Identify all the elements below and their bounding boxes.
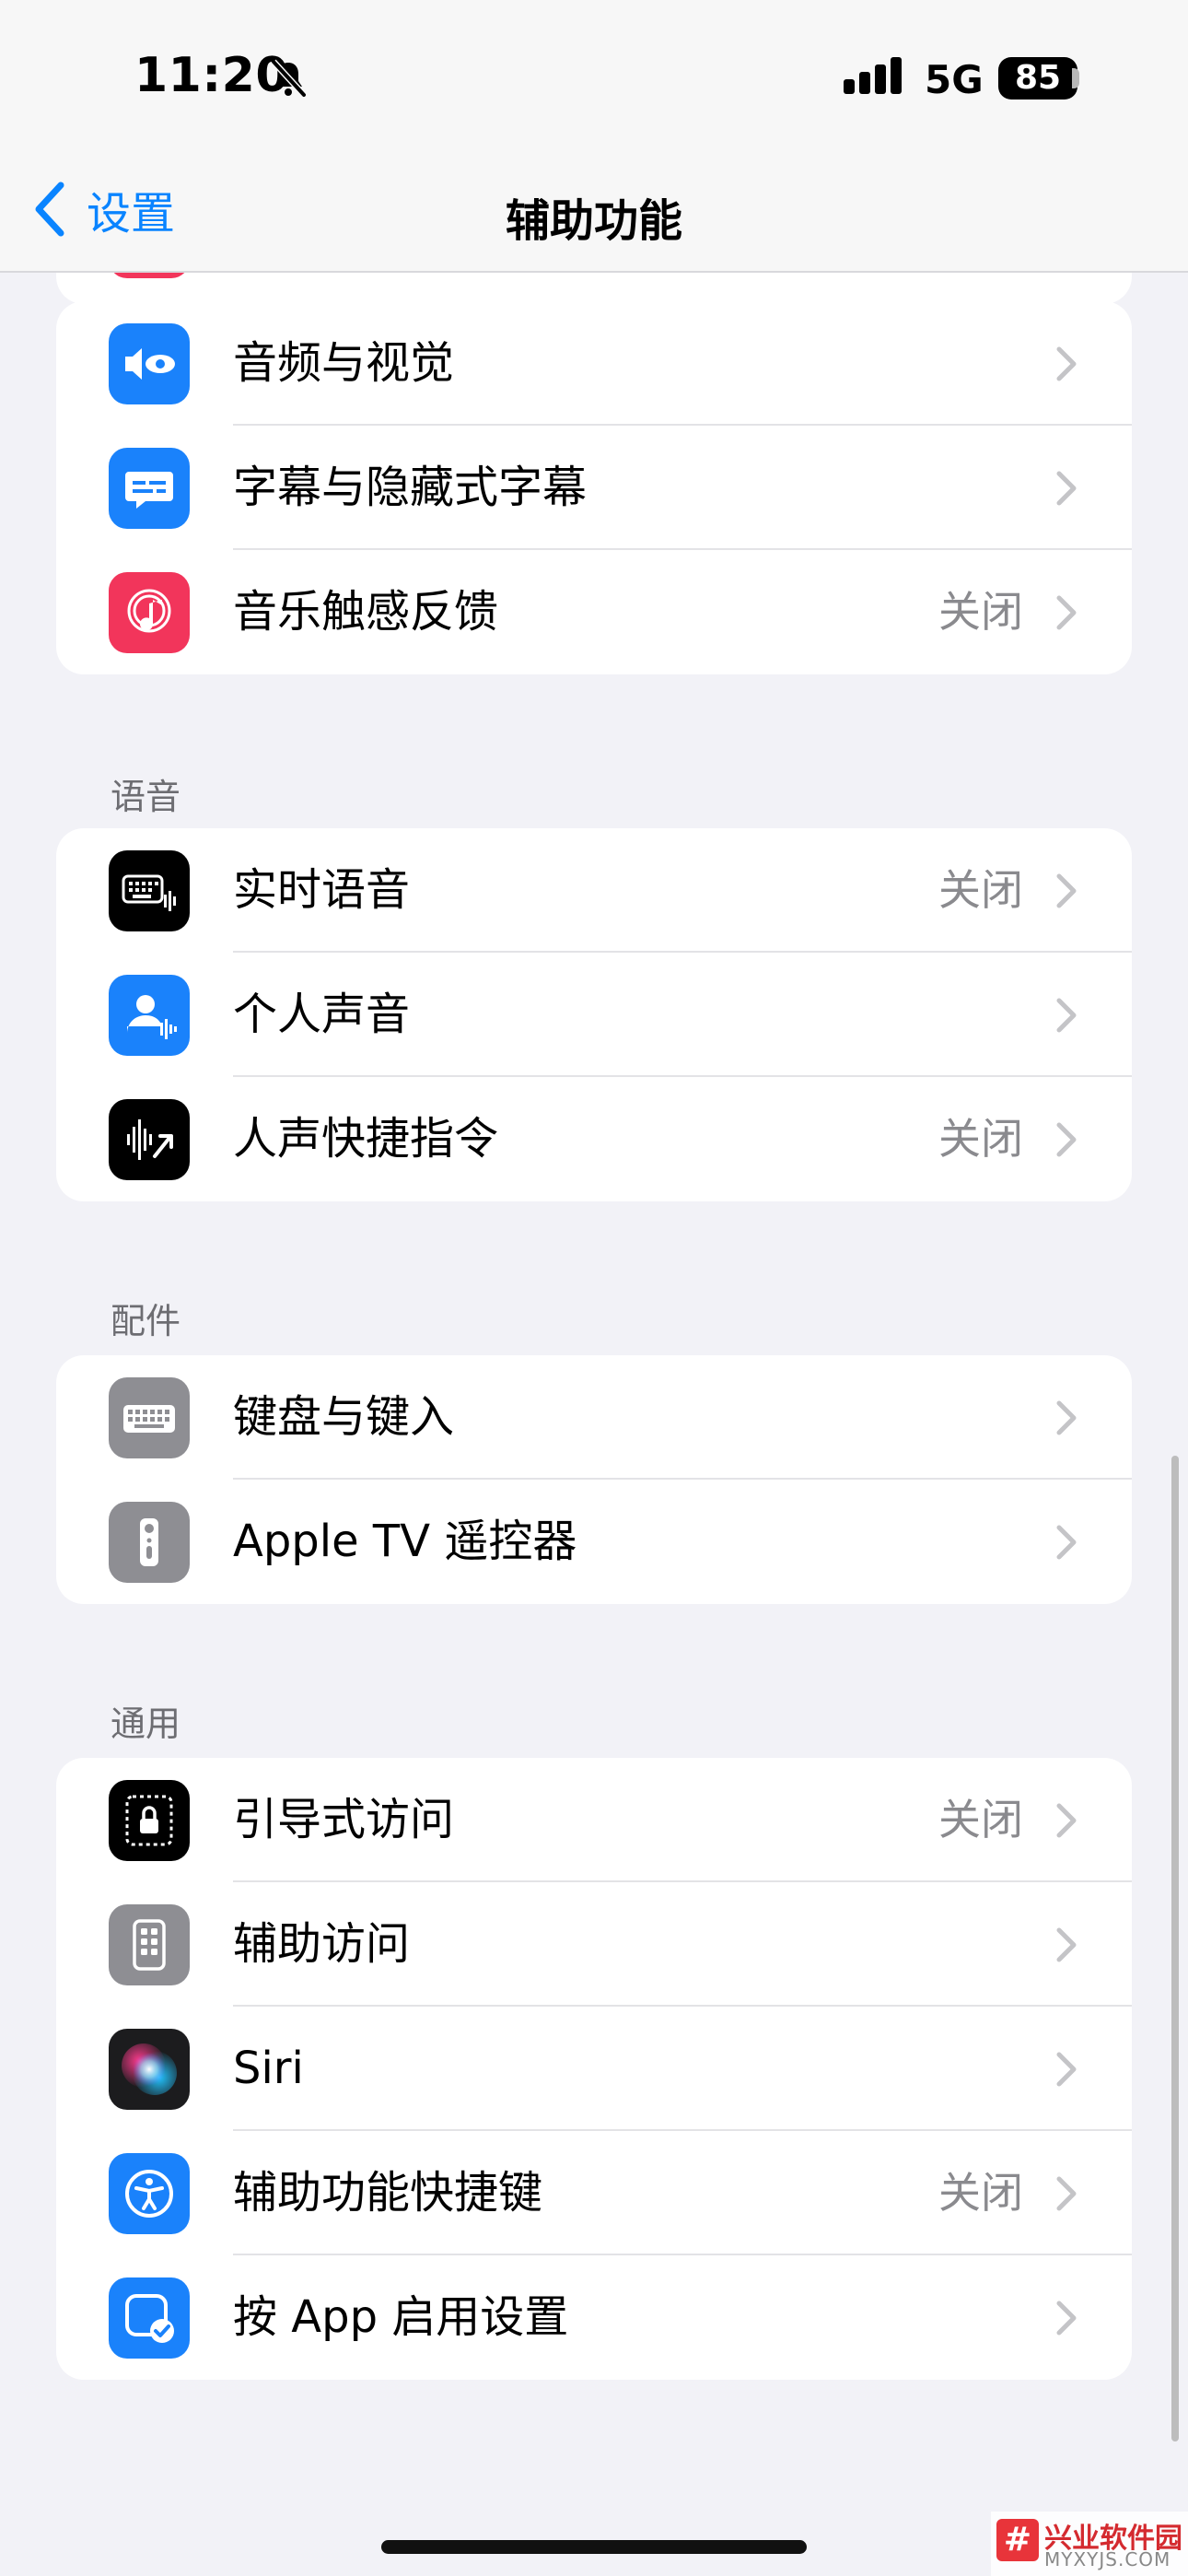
chevron-right-icon	[1056, 998, 1077, 1033]
row-value: 关闭	[938, 2168, 1023, 2218]
chevron-right-icon	[1056, 2301, 1077, 2336]
row-label: 实时语音	[233, 864, 411, 916]
row-label: 引导式访问	[233, 1794, 455, 1845]
row-vocal-shortcuts[interactable]: 人声快捷指令 关闭	[56, 1077, 1132, 1201]
chevron-right-icon	[1056, 1400, 1077, 1435]
chevron-right-icon	[1056, 471, 1077, 506]
live-speech-icon	[109, 850, 190, 931]
chevron-right-icon	[1056, 1803, 1077, 1838]
row-label: 按 App 启用设置	[233, 2291, 569, 2343]
chevron-right-icon	[1056, 2176, 1077, 2211]
chevron-right-icon	[1056, 1525, 1077, 1560]
vocal-shortcuts-icon	[109, 1099, 190, 1180]
row-apple-tv-remote[interactable]: Apple TV 遥控器	[56, 1480, 1132, 1604]
row-label: 人声快捷指令	[233, 1113, 499, 1165]
section-header-accessories: 配件	[111, 1301, 181, 1341]
group-accessories: 键盘与键入 Apple TV 遥控器	[56, 1355, 1132, 1604]
personal-voice-icon	[109, 975, 190, 1056]
chevron-right-icon	[1056, 873, 1077, 908]
apple-tv-remote-icon	[109, 1502, 190, 1583]
navigation-bar: 设置 辅助功能	[0, 157, 1188, 273]
row-assistive-access[interactable]: 辅助访问	[56, 1882, 1132, 2007]
guided-access-icon	[109, 1780, 190, 1861]
row-keyboard[interactable]: 键盘与键入	[56, 1355, 1132, 1480]
row-value: 关闭	[938, 865, 1023, 915]
accessibility-shortcut-icon	[109, 2153, 190, 2234]
watermark-url: MYXYJS.COM	[1044, 2548, 1171, 2570]
watermark-logo: #	[996, 2519, 1039, 2561]
row-label: 字幕与隐藏式字幕	[233, 462, 588, 513]
row-label: 辅助访问	[233, 1918, 411, 1970]
group-vision-hearing: 音频与视觉 字幕与隐藏式字幕 音乐触感反馈 关闭	[56, 301, 1132, 674]
row-label: Apple TV 遥控器	[233, 1516, 577, 1567]
row-accessibility-shortcut[interactable]: 辅助功能快捷键 关闭	[56, 2131, 1132, 2255]
watermark: # 兴业软件园 MYXYJS.COM	[991, 2512, 1188, 2576]
network-type: 5G	[925, 57, 984, 102]
row-live-speech[interactable]: 实时语音 关闭	[56, 828, 1132, 953]
silent-mode-icon	[267, 57, 309, 103]
home-indicator[interactable]	[381, 2540, 807, 2554]
status-bar: 11:20 5G 85	[0, 0, 1188, 157]
battery-indicator: 85	[998, 57, 1077, 100]
row-subtitles[interactable]: 字幕与隐藏式字幕	[56, 426, 1132, 550]
keyboard-icon	[109, 1377, 190, 1458]
music-haptics-icon	[109, 572, 190, 653]
row-label: 键盘与键入	[233, 1391, 455, 1443]
group-general: 引导式访问 关闭 辅助访问 Siri 辅助功能快捷键 关闭 按 App 启用设置	[56, 1758, 1132, 2380]
row-label: 个人声音	[233, 989, 411, 1040]
row-label: 音频与视觉	[233, 337, 455, 389]
group-speech: 实时语音 关闭 个人声音 人声快捷指令 关闭	[56, 828, 1132, 1201]
row-music-haptics[interactable]: 音乐触感反馈 关闭	[56, 550, 1132, 674]
per-app-settings-icon	[109, 2277, 190, 2359]
row-per-app-settings[interactable]: 按 App 启用设置	[56, 2255, 1132, 2380]
scrollbar[interactable]	[1171, 1456, 1179, 2441]
row-audio-visual[interactable]: 音频与视觉	[56, 301, 1132, 426]
chevron-right-icon	[1056, 595, 1077, 630]
assistive-access-icon	[109, 1904, 190, 1985]
subtitles-icon	[109, 448, 190, 529]
row-personal-voice[interactable]: 个人声音	[56, 953, 1132, 1077]
chevron-right-icon	[1056, 1927, 1077, 1962]
audio-visual-icon	[109, 323, 190, 404]
row-value: 关闭	[938, 1795, 1023, 1844]
row-guided-access[interactable]: 引导式访问 关闭	[56, 1758, 1132, 1882]
chevron-right-icon	[1056, 346, 1077, 381]
section-header-speech: 语音	[111, 777, 181, 817]
status-time: 11:20	[134, 48, 290, 103]
row-value: 关闭	[938, 1114, 1023, 1164]
chevron-right-icon	[1056, 2052, 1077, 2087]
row-label: Siri	[233, 2043, 304, 2094]
battery-tip	[1072, 68, 1079, 88]
cellular-signal-icon	[842, 55, 906, 101]
row-value: 关闭	[938, 587, 1023, 637]
row-label: 辅助功能快捷键	[233, 2167, 543, 2219]
chevron-right-icon	[1056, 1122, 1077, 1157]
siri-icon	[109, 2029, 190, 2110]
section-header-general: 通用	[111, 1704, 181, 1744]
row-siri[interactable]: Siri	[56, 2007, 1132, 2131]
row-label: 音乐触感反馈	[233, 586, 499, 638]
page-title: 辅助功能	[505, 195, 682, 247]
